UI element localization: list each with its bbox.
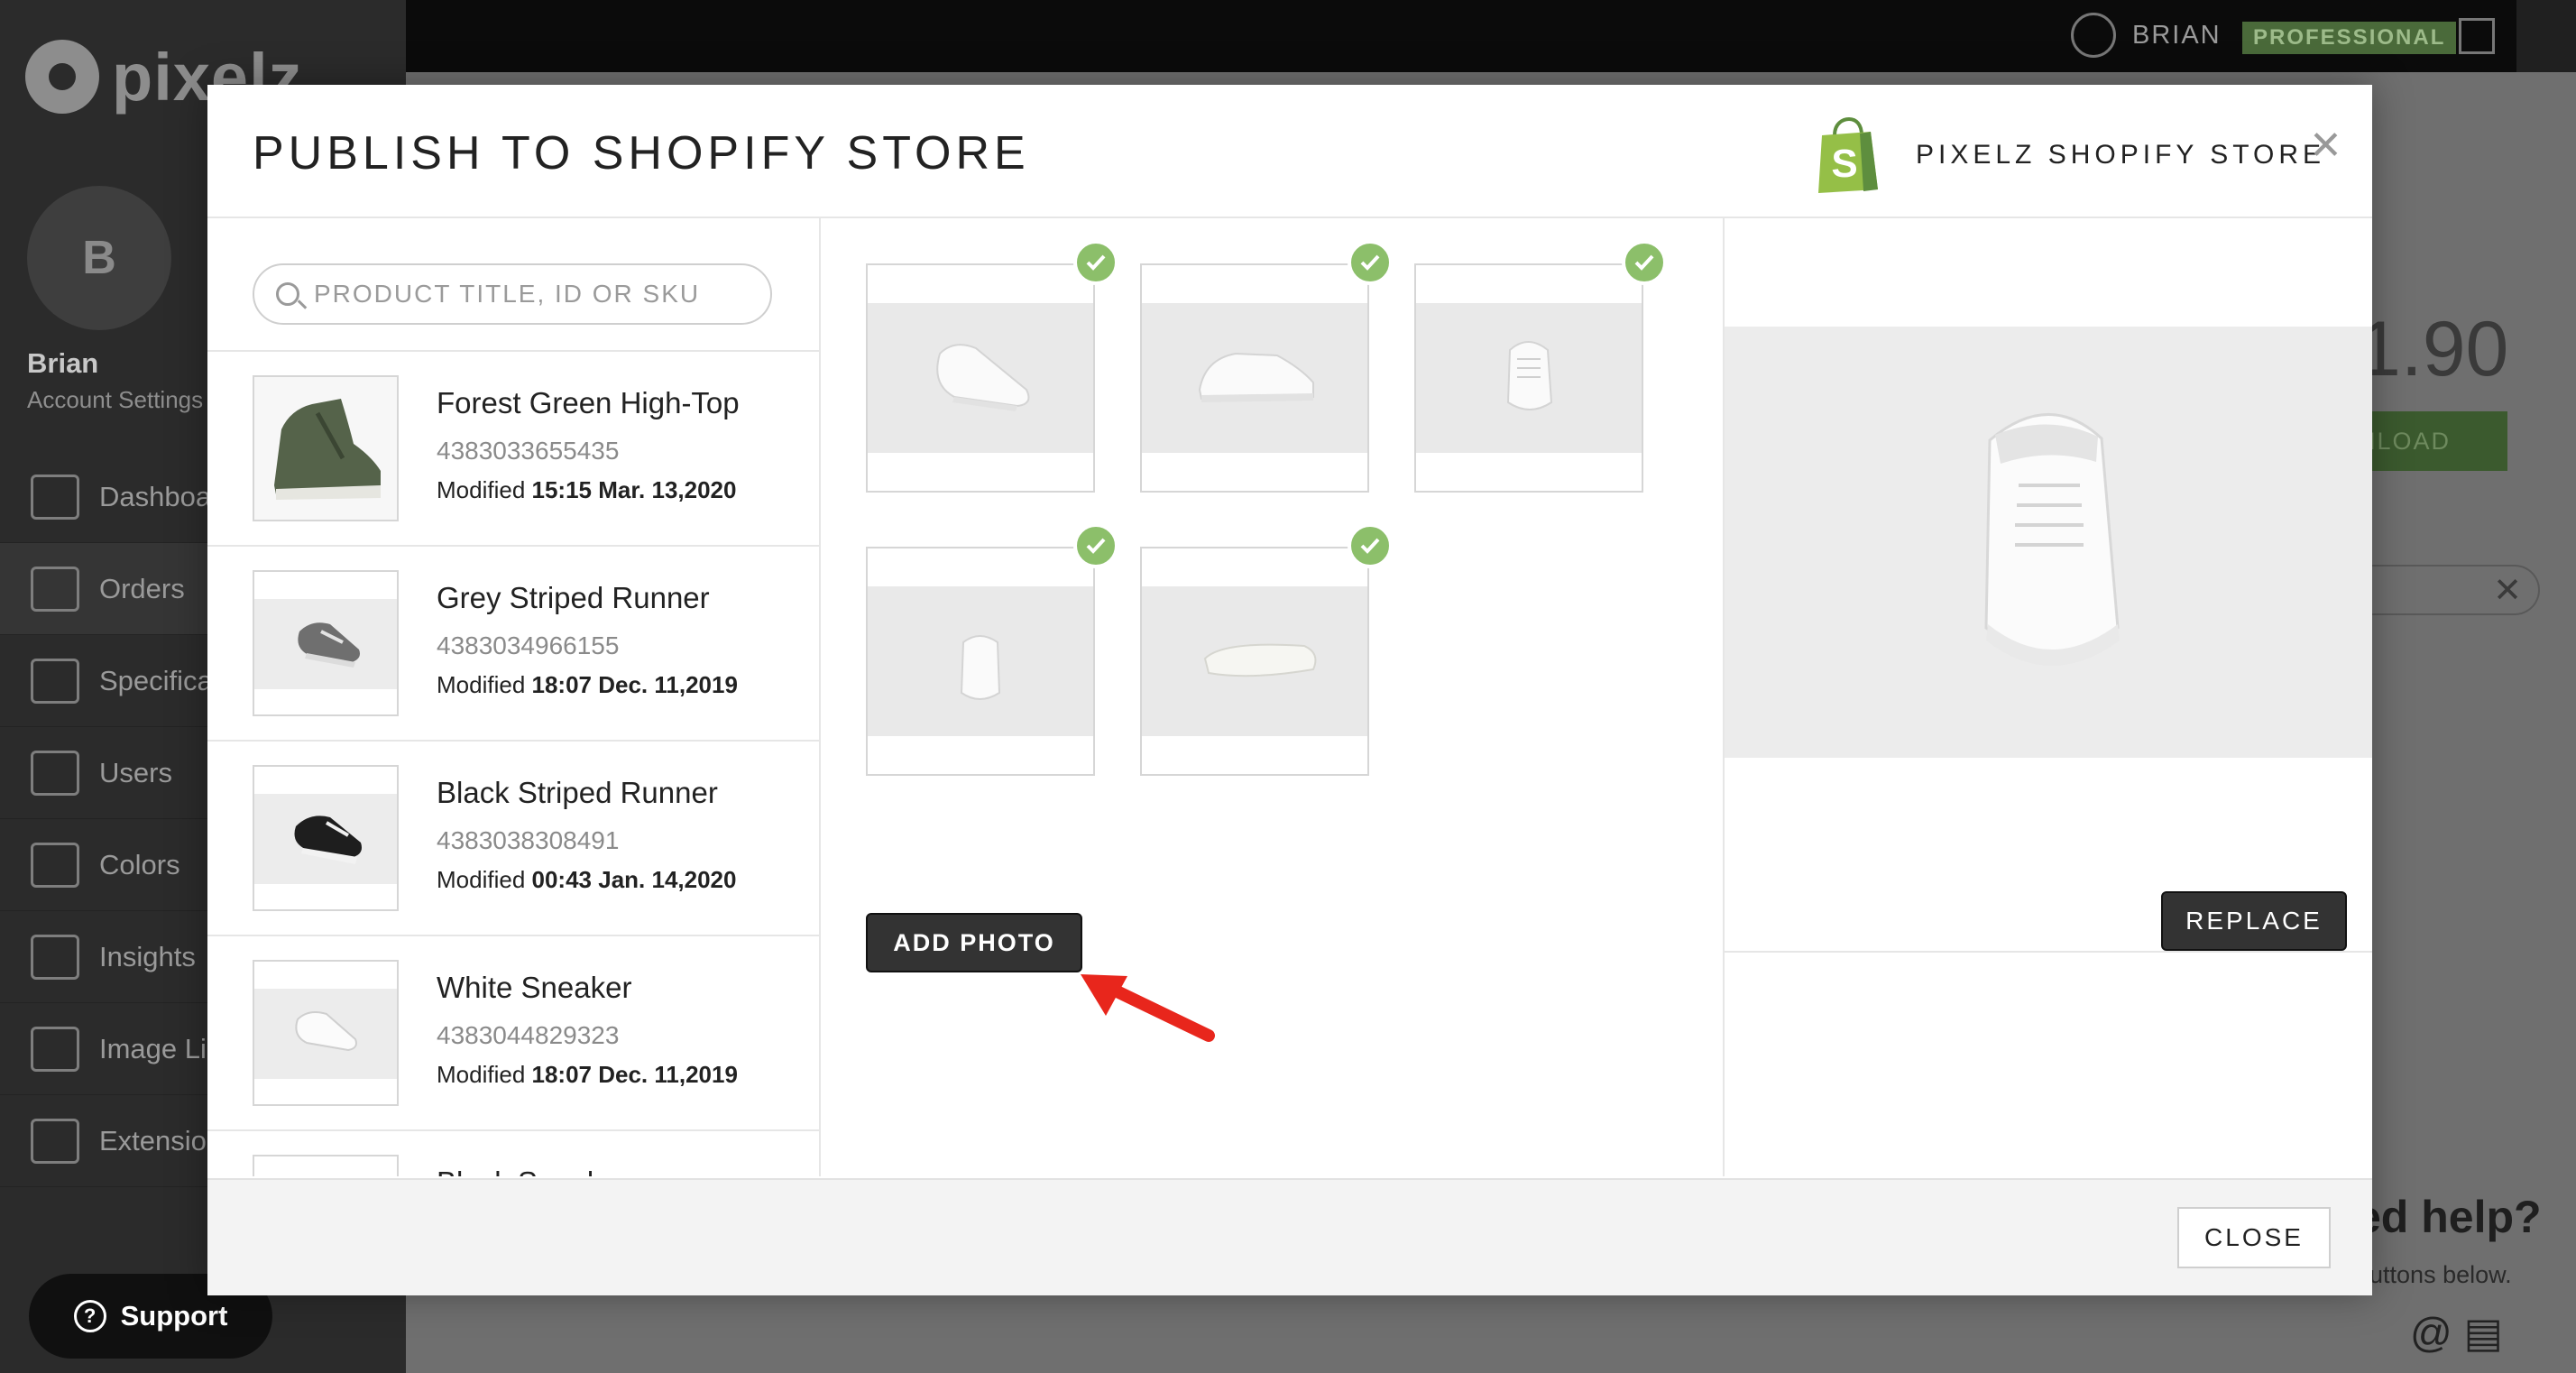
- background-download-button: NLOAD: [2358, 411, 2507, 471]
- close-icon: ✕: [2493, 571, 2522, 610]
- photo-tile[interactable]: [1140, 240, 1393, 493]
- sidebar-item-label: Insights: [99, 940, 196, 972]
- product-modified: Modified 18:07 Dec. 11,2019: [437, 1061, 738, 1088]
- photo-tile[interactable]: [866, 240, 1118, 493]
- product-id: 4383038308491: [437, 826, 620, 854]
- product-name: Forest Green High-Top: [437, 386, 740, 419]
- pixelz-logo-icon: [25, 40, 99, 114]
- store-indicator: S PIXELZ SHOPIFY STORE: [1815, 116, 2325, 193]
- product-id: 4383044829323: [437, 1021, 620, 1049]
- help-subtitle: buttons below.: [2356, 1261, 2512, 1288]
- store-name: PIXELZ SHOPIFY STORE: [1916, 140, 2325, 170]
- background-filter-pill: ✕: [2358, 565, 2540, 615]
- add-photo-button[interactable]: ADD PHOTO: [866, 913, 1082, 972]
- selected-check-icon: [1348, 523, 1393, 568]
- product-row[interactable]: Black Striped Runner 4383038308491 Modif…: [207, 740, 819, 935]
- product-id: 4383033655435: [437, 437, 620, 465]
- photo-tile[interactable]: [1414, 240, 1667, 493]
- product-photo: [1416, 303, 1642, 453]
- product-name: Grey Striped Runner: [437, 581, 710, 614]
- selected-check-icon: [1073, 240, 1118, 285]
- photo-tile[interactable]: [1140, 523, 1393, 776]
- product-modified: Modified 18:07 Dec. 11,2019: [437, 671, 738, 698]
- user-menu[interactable]: BRIAN: [2071, 13, 2222, 58]
- product-thumbnail: [253, 570, 399, 716]
- product-thumbnail: [253, 765, 399, 911]
- publish-modal: PUBLISH TO SHOPIFY STORE S PIXELZ SHOPIF…: [207, 85, 2372, 1295]
- user-name: BRIAN: [2132, 20, 2222, 50]
- email-icon: @: [2410, 1309, 2452, 1356]
- svg-text:S: S: [1831, 142, 1857, 186]
- product-photo: [1142, 303, 1367, 453]
- sidebar-item-label: Users: [99, 756, 172, 788]
- product-name: Black Striped Runner: [437, 776, 718, 809]
- close-icon[interactable]: ✕: [2309, 126, 2342, 166]
- sidebar-user-name: Brian: [27, 347, 99, 379]
- grid-icon: [31, 1026, 79, 1072]
- home-icon: [31, 474, 79, 520]
- product-row[interactable]: Black Sneaker: [207, 1129, 819, 1176]
- preview-image: [1725, 327, 2372, 758]
- chart-icon: [31, 934, 79, 980]
- product-list-panel: Forest Green High-Top 4383033655435 Modi…: [207, 218, 821, 1176]
- product-modified: Modified 15:15 Mar. 13,2020: [437, 476, 737, 503]
- modal-footer: CLOSE: [207, 1178, 2372, 1295]
- close-button[interactable]: CLOSE: [2177, 1207, 2331, 1268]
- help-icon: ?: [73, 1300, 106, 1332]
- product-thumbnail: [253, 375, 399, 521]
- colors-icon: [31, 842, 79, 888]
- product-list: Forest Green High-Top 4383033655435 Modi…: [207, 350, 819, 1176]
- selected-check-icon: [1073, 523, 1118, 568]
- product-name: Black Sneaker: [437, 1166, 629, 1176]
- extensions-icon: [31, 1118, 79, 1164]
- photo-grid-panel: ADD PHOTO: [821, 218, 1725, 1176]
- selected-check-icon: [1622, 240, 1667, 285]
- product-row[interactable]: White Sneaker 4383044829323 Modified 18:…: [207, 935, 819, 1129]
- help-title: ed help?: [2356, 1192, 2542, 1242]
- product-photo: [1142, 586, 1367, 736]
- background-price: 1.90: [2358, 306, 2509, 392]
- product-id: 4383034966155: [437, 631, 620, 659]
- lightbulb-icon[interactable]: [2516, 0, 2576, 72]
- divider: [1725, 951, 2372, 953]
- product-search[interactable]: [253, 263, 772, 325]
- annotation-arrow-icon: [1081, 974, 1215, 1042]
- avatar[interactable]: B: [27, 186, 171, 330]
- book-icon: ▤: [2463, 1309, 2503, 1356]
- support-label: Support: [120, 1300, 228, 1332]
- orders-icon: [31, 566, 79, 612]
- product-photo: [868, 303, 1093, 453]
- product-modified: Modified 00:43 Jan. 14,2020: [437, 866, 737, 893]
- selected-check-icon: [1348, 240, 1393, 285]
- photo-preview-panel: REPLACE: [1725, 218, 2372, 1176]
- product-photo: [868, 586, 1093, 736]
- sliders-icon: [31, 658, 79, 704]
- user-icon: [2071, 13, 2116, 58]
- search-input[interactable]: [312, 279, 749, 309]
- product-row[interactable]: Grey Striped Runner 4383034966155 Modifi…: [207, 545, 819, 740]
- shopify-icon: S: [1815, 116, 1883, 193]
- modal-header: PUBLISH TO SHOPIFY STORE S PIXELZ SHOPIF…: [207, 85, 2372, 218]
- account-settings-link[interactable]: Account Settings: [27, 386, 203, 414]
- logout-icon[interactable]: [2459, 18, 2495, 54]
- sidebar-item-label: Colors: [99, 848, 180, 880]
- modal-title: PUBLISH TO SHOPIFY STORE: [253, 127, 1030, 180]
- users-icon: [31, 750, 79, 796]
- help-icons: @ ▤: [2410, 1308, 2503, 1357]
- sidebar-item-label: Orders: [99, 572, 185, 604]
- replace-button[interactable]: REPLACE: [2161, 891, 2347, 951]
- product-thumbnail: [253, 960, 399, 1106]
- product-row[interactable]: Forest Green High-Top 4383033655435 Modi…: [207, 350, 819, 545]
- product-thumbnail: [253, 1155, 399, 1176]
- product-name: White Sneaker: [437, 971, 632, 1004]
- search-icon: [276, 282, 299, 306]
- plan-badge: PROFESSIONAL: [2242, 22, 2457, 54]
- photo-tile[interactable]: [866, 523, 1118, 776]
